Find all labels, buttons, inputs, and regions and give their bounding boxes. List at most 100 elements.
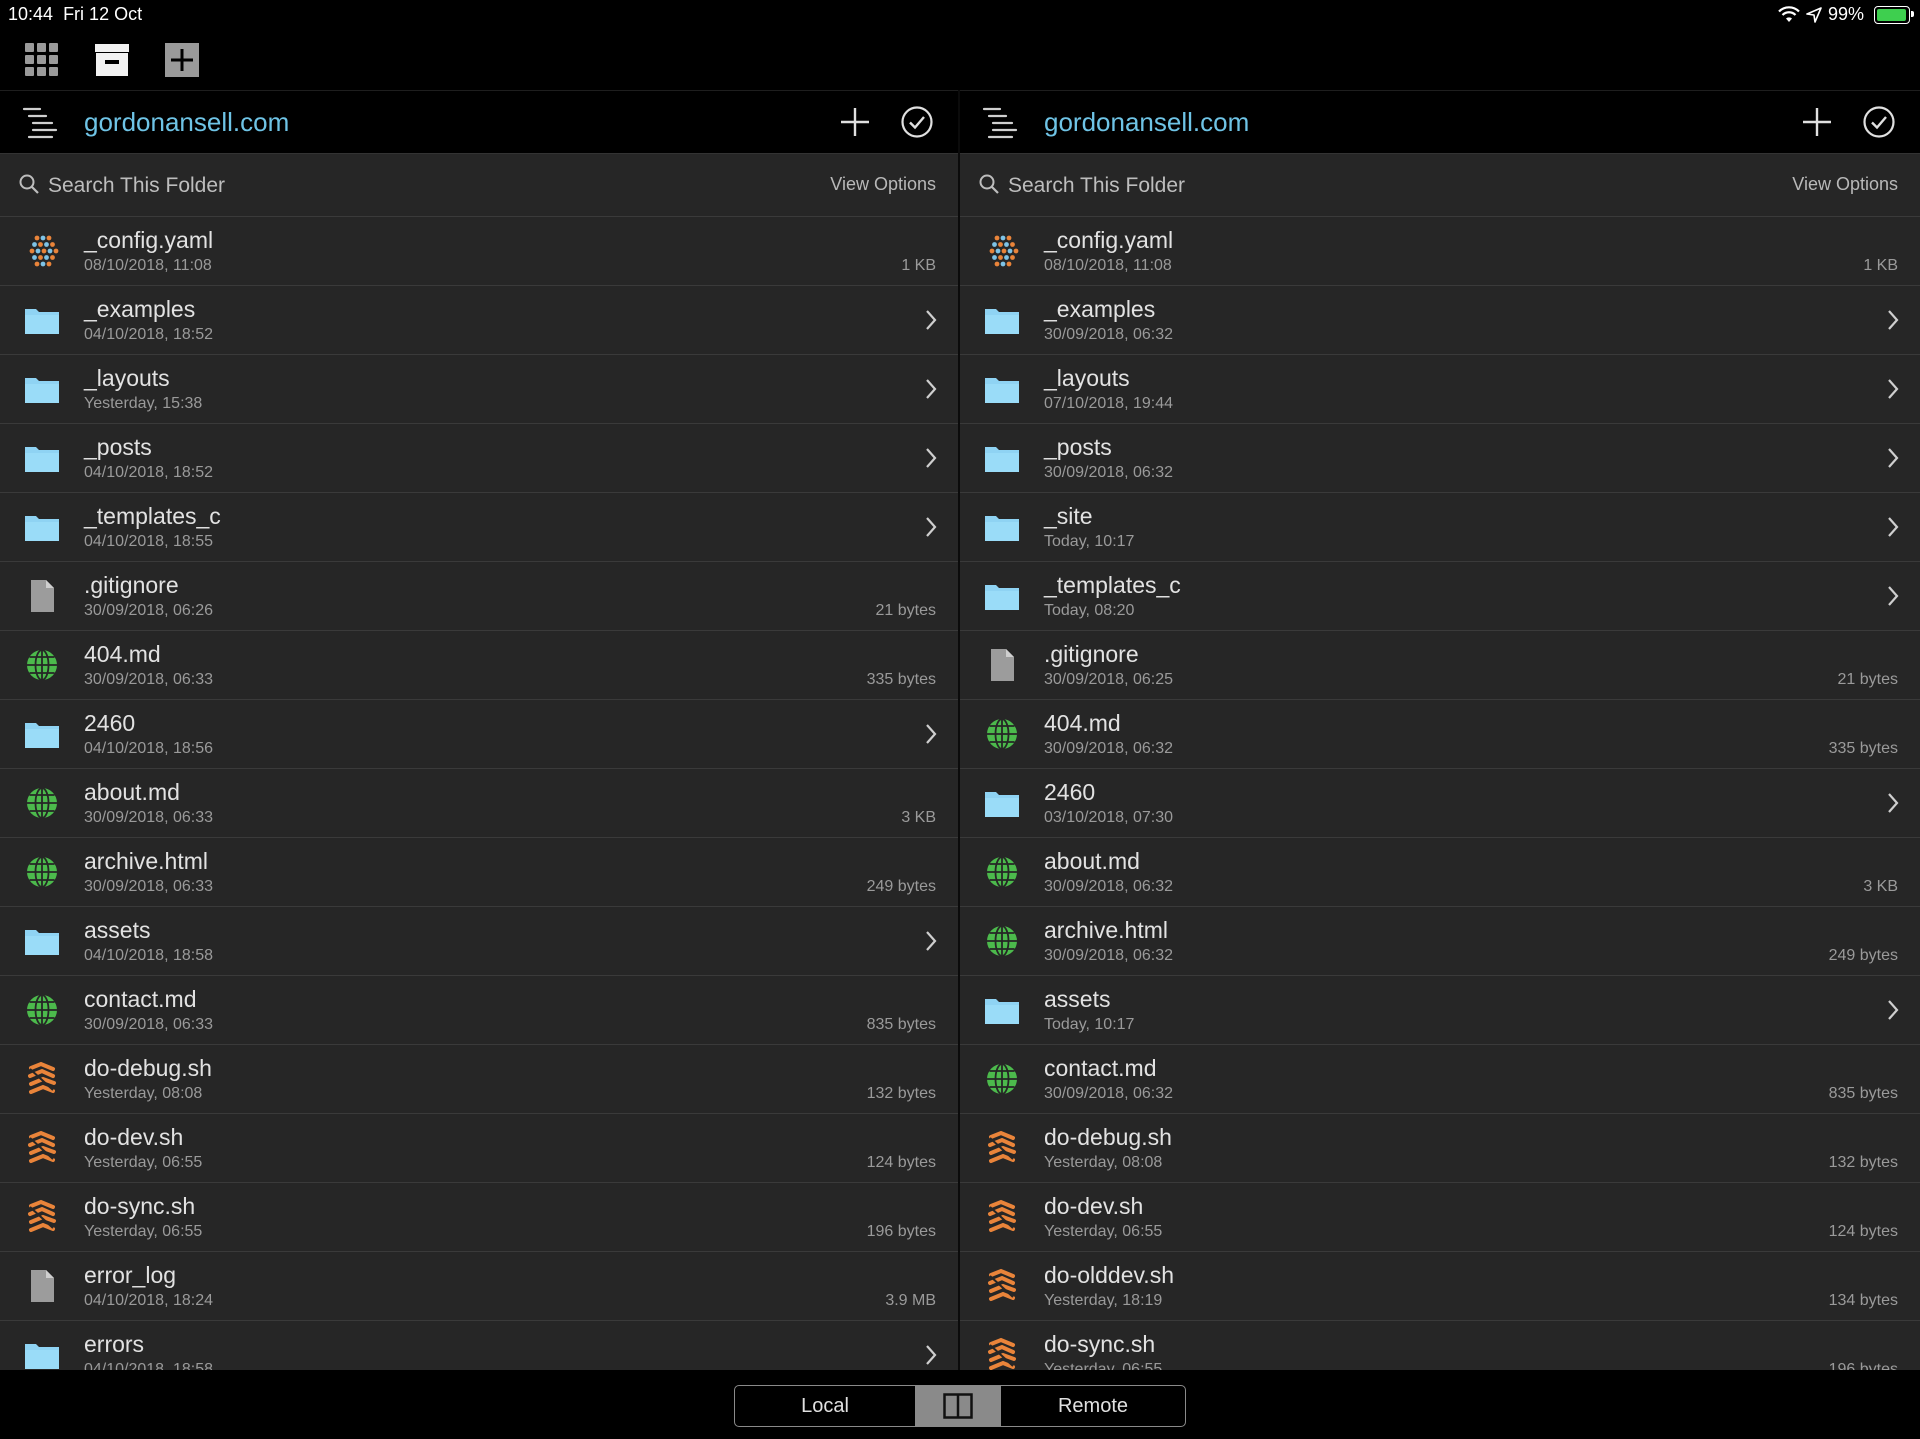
file-name: _site <box>1044 503 1093 529</box>
globe-icon <box>22 785 62 821</box>
shell-script-icon <box>982 1199 1022 1235</box>
file-row[interactable]: do-debug.sh Yesterday, 08:08 132 bytes <box>960 1114 1920 1183</box>
file-name: _config.yaml <box>84 227 214 253</box>
folder-icon <box>22 1337 62 1370</box>
file-row[interactable]: do-sync.sh Yesterday, 06:55 196 bytes <box>0 1183 958 1252</box>
search-bar: View Options <box>0 154 958 217</box>
file-row[interactable]: 2460 03/10/2018, 07:30 <box>960 769 1920 838</box>
config-file-icon <box>22 233 62 269</box>
archive-icon[interactable] <box>94 42 130 78</box>
file-row[interactable]: _posts 04/10/2018, 18:52 <box>0 424 958 493</box>
file-name: do-dev.sh <box>1044 1193 1144 1219</box>
file-row[interactable]: _site Today, 10:17 <box>960 493 1920 562</box>
folder-icon <box>982 302 1022 338</box>
file-date: 04/10/2018, 18:58 <box>84 1361 214 1370</box>
select-check-icon[interactable] <box>1862 105 1896 139</box>
file-row[interactable]: do-dev.sh Yesterday, 06:55 124 bytes <box>960 1183 1920 1252</box>
split-view-tab[interactable] <box>915 1386 1001 1426</box>
view-options-button[interactable]: View Options <box>830 174 936 195</box>
file-row[interactable]: _templates_c 04/10/2018, 18:55 <box>0 493 958 562</box>
file-row[interactable]: 404.md 30/09/2018, 06:32 335 bytes <box>960 700 1920 769</box>
file-name: do-debug.sh <box>1044 1124 1172 1150</box>
add-icon[interactable] <box>1800 105 1834 139</box>
remote-tab[interactable]: Remote <box>1001 1386 1185 1426</box>
pane-title[interactable]: gordonansell.com <box>1044 107 1249 138</box>
file-row[interactable]: error_log 04/10/2018, 18:24 3.9 MB <box>0 1252 958 1321</box>
file-row[interactable]: contact.md 30/09/2018, 06:32 835 bytes <box>960 1045 1920 1114</box>
file-row[interactable]: _layouts 07/10/2018, 19:44 <box>960 355 1920 424</box>
file-name: _posts <box>1044 434 1112 460</box>
status-time: 10:44 Fri 12 Oct <box>8 4 143 24</box>
local-tab[interactable]: Local <box>735 1386 915 1426</box>
file-date: Yesterday, 06:55 <box>84 1154 203 1171</box>
file-name: _examples <box>84 296 196 322</box>
file-row[interactable]: .gitignore 30/09/2018, 06:26 21 bytes <box>0 562 958 631</box>
file-row[interactable]: _examples 04/10/2018, 18:52 <box>0 286 958 355</box>
file-row[interactable]: do-debug.sh Yesterday, 08:08 132 bytes <box>0 1045 958 1114</box>
shell-script-icon <box>982 1268 1022 1304</box>
file-size: 132 bytes <box>866 1085 936 1102</box>
file-row[interactable]: archive.html 30/09/2018, 06:33 249 bytes <box>0 838 958 907</box>
local-pane: gordonansell.com View Options _config.ya… <box>0 90 960 1370</box>
grid-icon[interactable] <box>24 42 60 78</box>
file-row[interactable]: _config.yaml 08/10/2018, 11:08 1 KB <box>960 217 1920 286</box>
file-size: 335 bytes <box>866 671 936 688</box>
file-date: 30/09/2018, 06:32 <box>1044 740 1174 757</box>
globe-icon <box>22 647 62 683</box>
file-row[interactable]: _layouts Yesterday, 15:38 <box>0 355 958 424</box>
chevron-right-icon <box>926 310 937 330</box>
file-row[interactable]: do-dev.sh Yesterday, 06:55 124 bytes <box>0 1114 958 1183</box>
outline-menu-icon[interactable] <box>982 105 1018 139</box>
file-date: Yesterday, 06:55 <box>1044 1361 1163 1370</box>
file-size: 196 bytes <box>866 1223 936 1240</box>
file-row[interactable]: archive.html 30/09/2018, 06:32 249 bytes <box>960 907 1920 976</box>
search-input[interactable] <box>1006 168 1610 204</box>
pane-title[interactable]: gordonansell.com <box>84 107 289 138</box>
file-date: 30/09/2018, 06:32 <box>1044 878 1174 895</box>
file-row[interactable]: _examples 30/09/2018, 06:32 <box>960 286 1920 355</box>
file-date: Yesterday, 08:08 <box>1044 1154 1163 1171</box>
chevron-right-icon <box>1888 517 1899 537</box>
battery-percent: 99% <box>1827 4 1864 24</box>
battery-icon <box>1874 5 1914 24</box>
file-name: .gitignore <box>84 572 179 598</box>
file-row[interactable]: _posts 30/09/2018, 06:32 <box>960 424 1920 493</box>
file-row[interactable]: do-olddev.sh Yesterday, 18:19 134 bytes <box>960 1252 1920 1321</box>
add-icon[interactable] <box>838 105 872 139</box>
file-row[interactable]: contact.md 30/09/2018, 06:33 835 bytes <box>0 976 958 1045</box>
file-row[interactable]: do-sync.sh Yesterday, 06:55 196 bytes <box>960 1321 1920 1370</box>
file-row[interactable]: _templates_c Today, 08:20 <box>960 562 1920 631</box>
file-row[interactable]: assets 04/10/2018, 18:58 <box>0 907 958 976</box>
new-tab-icon[interactable] <box>164 42 200 78</box>
globe-icon <box>982 1061 1022 1097</box>
file-row[interactable]: .gitignore 30/09/2018, 06:25 21 bytes <box>960 631 1920 700</box>
bottom-bar: Local Remote <box>0 1370 1920 1439</box>
file-name: about.md <box>84 779 180 805</box>
wifi-icon <box>1778 5 1800 22</box>
file-name: do-sync.sh <box>1044 1331 1156 1357</box>
search-input[interactable] <box>46 168 650 204</box>
file-row[interactable]: 2460 04/10/2018, 18:56 <box>0 700 958 769</box>
outline-menu-icon[interactable] <box>22 105 58 139</box>
file-list: _config.yaml 08/10/2018, 11:08 1 KB _exampl… <box>960 217 1920 1370</box>
file-name: about.md <box>1044 848 1140 874</box>
file-list: _config.yaml 08/10/2018, 11:08 1 KB _exampl… <box>0 217 958 1370</box>
file-date: 04/10/2018, 18:24 <box>84 1292 214 1309</box>
folder-icon <box>982 992 1022 1028</box>
file-row[interactable]: assets Today, 10:17 <box>960 976 1920 1045</box>
file-row[interactable]: errors 04/10/2018, 18:58 <box>0 1321 958 1370</box>
file-row[interactable]: about.md 30/09/2018, 06:33 3 KB <box>0 769 958 838</box>
file-size: 124 bytes <box>866 1154 936 1171</box>
file-row[interactable]: _config.yaml 08/10/2018, 11:08 1 KB <box>0 217 958 286</box>
view-options-button[interactable]: View Options <box>1792 174 1898 195</box>
split-view-icon <box>943 1393 973 1419</box>
file-date: 30/09/2018, 06:32 <box>1044 1085 1174 1102</box>
file-date: Yesterday, 18:19 <box>1044 1292 1163 1309</box>
shell-script-icon <box>22 1130 62 1166</box>
file-row[interactable]: about.md 30/09/2018, 06:32 3 KB <box>960 838 1920 907</box>
file-row[interactable]: 404.md 30/09/2018, 06:33 335 bytes <box>0 631 958 700</box>
file-size: 1 KB <box>1863 257 1898 274</box>
select-check-icon[interactable] <box>900 105 934 139</box>
chevron-right-icon <box>926 448 937 468</box>
folder-icon <box>982 371 1022 407</box>
